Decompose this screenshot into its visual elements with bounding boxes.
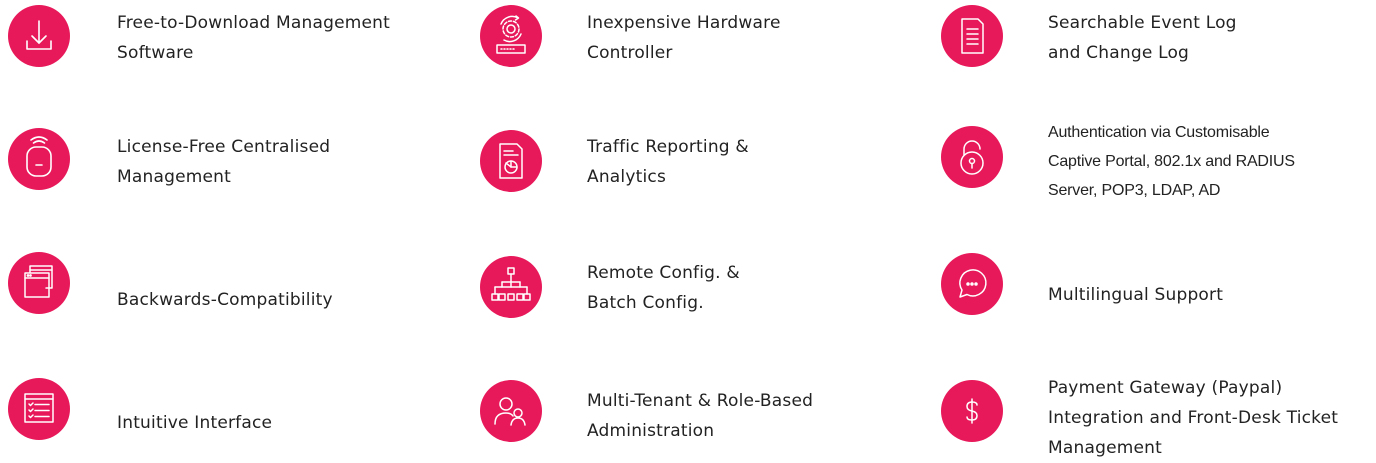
feature-label-line: Batch Config.	[587, 293, 704, 313]
feature-label-line: Integration and Front-Desk Ticket	[1048, 408, 1339, 428]
hardware-controller-icon-badge	[480, 5, 542, 67]
feature-label-line: Searchable Event Log	[1048, 13, 1237, 33]
event-log-document-icon-badge	[941, 5, 1003, 67]
feature-label: License-Free Centralised Management	[117, 132, 330, 192]
padlock-icon-badge	[941, 126, 1003, 188]
padlock-icon	[960, 140, 984, 175]
feature-label: Inexpensive Hardware Controller	[587, 8, 781, 68]
feature-label-line: Payment Gateway (Paypal)	[1048, 378, 1283, 398]
feature-label-line: Intuitive Interface	[117, 413, 273, 433]
stacked-windows-icon-badge	[8, 252, 70, 314]
dollar-icon	[966, 398, 978, 424]
feature-label: Searchable Event Log and Change Log	[1048, 8, 1237, 68]
download-icon	[26, 20, 52, 50]
users-icon-badge	[480, 380, 542, 442]
feature-label-line: Management	[117, 167, 231, 187]
feature-label: Backwards-Compatibility	[117, 285, 333, 315]
hierarchy-tree-icon	[491, 267, 531, 301]
dollar-icon-badge	[941, 380, 1003, 442]
feature-label-line: Multi-Tenant & Role-Based	[587, 391, 814, 411]
feature-label-line: Management	[1048, 438, 1162, 458]
feature-label-line: and Change Log	[1048, 43, 1190, 63]
interface-checklist-icon-badge	[8, 378, 70, 440]
feature-label-line: Remote Config. &	[587, 263, 740, 283]
feature-label-line: Inexpensive Hardware	[587, 13, 781, 33]
feature-label-line: Server, POP3, LDAP, AD	[1048, 182, 1221, 199]
stacked-windows-icon	[24, 265, 53, 298]
feature-label-line: Free-to-Download Management	[117, 13, 391, 33]
event-log-document-icon	[961, 18, 984, 54]
download-icon-badge	[8, 5, 70, 67]
feature-label-line: Traffic Reporting &	[587, 137, 749, 157]
feature-label: Free-to-Download Management Software	[117, 8, 390, 68]
chat-bubble-icon-badge	[941, 253, 1003, 315]
hierarchy-tree-icon-badge	[480, 256, 542, 318]
hardware-controller-icon	[496, 15, 526, 54]
feature-label-line: License-Free Centralised	[117, 137, 331, 157]
chat-bubble-icon	[959, 269, 987, 298]
feature-label: Multilingual Support	[1048, 280, 1223, 310]
feature-label: Traffic Reporting & Analytics	[587, 132, 749, 192]
feature-label: Authentication via Customisable Captive …	[1048, 118, 1295, 205]
feature-label-line: Software	[117, 43, 194, 63]
feature-label: Remote Config. & Batch Config.	[587, 258, 740, 318]
interface-checklist-icon	[24, 393, 54, 423]
feature-label-line: Backwards-Compatibility	[117, 290, 333, 310]
wireless-access-point-icon-badge	[8, 128, 70, 190]
feature-label-line: Authentication via Customisable	[1048, 124, 1270, 141]
report-document-icon-badge	[480, 130, 542, 192]
wireless-access-point-icon	[26, 136, 52, 177]
feature-label-line: Analytics	[587, 167, 666, 187]
feature-label: Payment Gateway (Paypal) Integration and…	[1048, 373, 1338, 463]
feature-label-line: Captive Portal, 802.1x and RADIUS	[1048, 153, 1295, 170]
feature-label-line: Administration	[587, 421, 715, 441]
feature-label: Multi-Tenant & Role-Based Administration	[587, 386, 813, 446]
report-document-icon	[499, 143, 523, 179]
feature-label: Intuitive Interface	[117, 408, 272, 438]
feature-label-line: Multilingual Support	[1048, 285, 1224, 305]
users-icon	[494, 397, 526, 426]
feature-label-line: Controller	[587, 43, 673, 63]
